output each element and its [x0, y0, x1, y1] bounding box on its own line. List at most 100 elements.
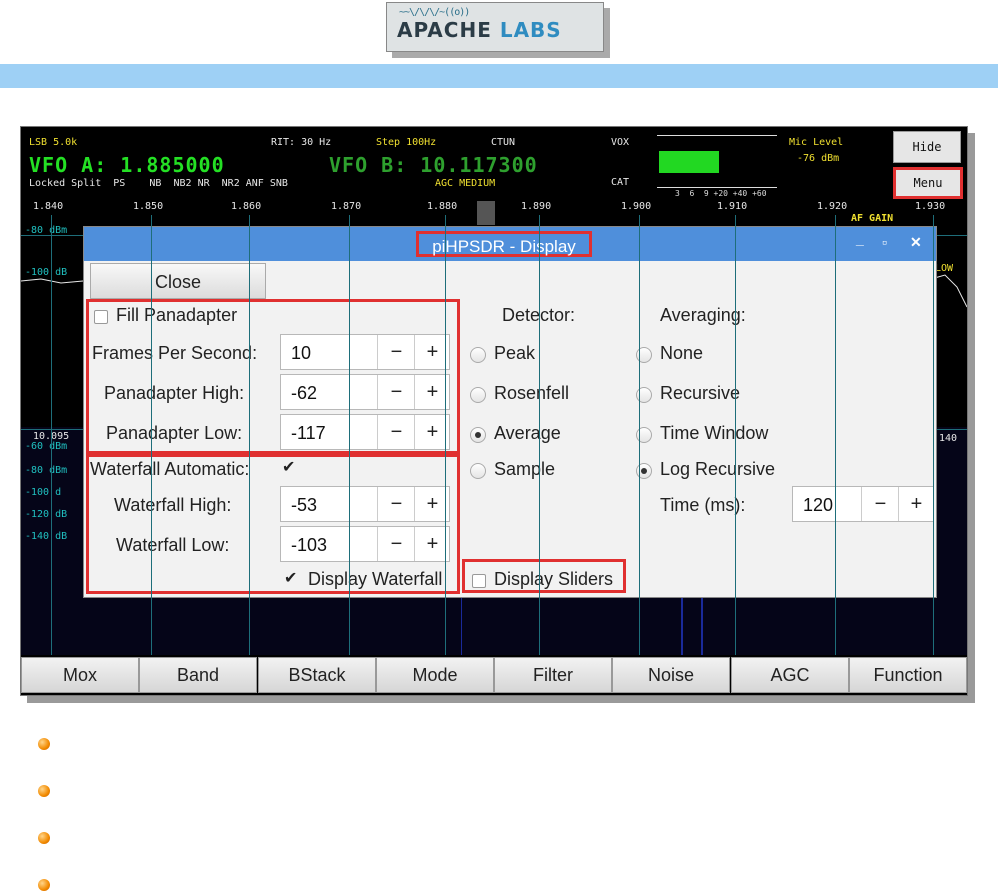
- logo-text: APACHE LABS: [397, 18, 562, 42]
- close-button[interactable]: Close: [90, 263, 266, 299]
- waterfall-high-decrement-button[interactable]: −: [377, 487, 415, 521]
- panadapter-low-spinner[interactable]: -117 − +: [280, 414, 450, 450]
- frequency-label: 1.920: [817, 201, 848, 212]
- fps-value: 10: [291, 343, 312, 363]
- grid-line: [51, 215, 52, 655]
- waterfall-high-label: Waterfall High:: [114, 495, 232, 515]
- display-dialog: piHPSDR - Display _ ▫ ✕ Close Fill Panad…: [83, 226, 937, 598]
- time-increment-button[interactable]: +: [898, 487, 934, 521]
- vfo-b-frequency: 10.117300: [420, 153, 538, 177]
- detector-radio-sample[interactable]: [470, 463, 486, 479]
- bullet-icon: [38, 785, 50, 797]
- detector-option-label: Rosenfell: [494, 383, 570, 403]
- vfo-b-label: VFO B:: [329, 153, 408, 177]
- bottom-button-noise[interactable]: Noise: [612, 657, 730, 693]
- bottom-button-mode[interactable]: Mode: [376, 657, 494, 693]
- dialog-titlebar[interactable]: piHPSDR - Display _ ▫ ✕: [84, 227, 936, 261]
- panadapter-high-spinner[interactable]: -62 − +: [280, 374, 450, 410]
- frequency-label: 1.930: [915, 201, 946, 212]
- agc-label: AGC MEDIUM: [435, 178, 496, 189]
- header-bar: [0, 64, 998, 88]
- fill-panadapter-checkbox[interactable]: [94, 310, 108, 324]
- db-label: -140 dB: [25, 531, 68, 542]
- status-flags: Locked Split PS NB NB2 NR NR2 ANF SNB: [29, 178, 288, 189]
- vfo-a[interactable]: VFO A: 1.885000: [29, 153, 225, 177]
- fps-label: Frames Per Second:: [92, 343, 258, 363]
- db-label: -120 dB: [25, 509, 68, 520]
- bottom-button-filter[interactable]: Filter: [494, 657, 612, 693]
- close-window-icon[interactable]: ✕: [910, 234, 922, 251]
- averaging-option-label: Log Recursive: [660, 459, 776, 479]
- frequency-label: 1.890: [521, 201, 552, 212]
- time-value: 120: [803, 495, 834, 515]
- bottom-button-bstack[interactable]: BStack: [258, 657, 376, 693]
- mic-level-value: -76 dBm: [797, 153, 840, 164]
- bottom-button-band[interactable]: Band: [139, 657, 257, 693]
- hide-button[interactable]: Hide: [893, 131, 961, 163]
- pihpsdr-screenshot: LSB 5.0k RIT: 30 Hz Step 100Hz CTUN VOX …: [20, 126, 968, 696]
- detector-radio-rosenfell[interactable]: [470, 387, 486, 403]
- db-label: -60 dBm: [25, 441, 68, 452]
- detector-radio-average[interactable]: [470, 427, 486, 443]
- step-label: Step 100Hz: [376, 137, 437, 148]
- detector-option-label: Average: [494, 423, 561, 443]
- bottom-button-mox[interactable]: Mox: [21, 657, 139, 693]
- cat-label: CAT: [611, 177, 630, 188]
- display-sliders-checkbox[interactable]: [472, 574, 486, 588]
- bottom-button-agc[interactable]: AGC: [731, 657, 849, 693]
- display-waterfall-label: Display Waterfall: [308, 569, 443, 589]
- fps-spinner[interactable]: 10 − +: [280, 334, 450, 370]
- waterfall-high-spinner[interactable]: -53 − +: [280, 486, 450, 522]
- averaging-option-label: Recursive: [660, 383, 741, 403]
- fill-panadapter-label: Fill Panadapter: [116, 305, 238, 325]
- panadapter-low-value: -117: [291, 423, 326, 443]
- mode-label: LSB 5.0k: [29, 137, 78, 148]
- meter-scale: 3 6 9 +20 +40 +60: [675, 189, 767, 198]
- waterfall-automatic-checkbox[interactable]: ✔: [282, 457, 295, 477]
- panadapter-low-label: Panadapter Low:: [106, 423, 243, 443]
- vfo-b[interactable]: VFO B: 10.117300: [329, 153, 538, 177]
- bullet-icon: [38, 879, 50, 891]
- frequency-label: 1.840: [33, 201, 64, 212]
- frequency-label: 1.870: [331, 201, 362, 212]
- maximize-icon[interactable]: ▫: [882, 234, 887, 250]
- frequency-label: 1.910: [717, 201, 748, 212]
- waterfall-low-spinner[interactable]: -103 − +: [280, 526, 450, 562]
- panadapter-low-decrement-button[interactable]: −: [377, 415, 415, 449]
- waterfall-automatic-label: Waterfall Automatic:: [90, 459, 250, 479]
- bullet-icon: [38, 832, 50, 844]
- frequency-label: 1.860: [231, 201, 262, 212]
- averaging-label: Averaging:: [660, 305, 746, 325]
- vfo-a-label: VFO A:: [29, 153, 108, 177]
- time-label: Time (ms):: [660, 495, 746, 515]
- minimize-icon[interactable]: _: [856, 231, 864, 247]
- meter-scale-line: [657, 187, 777, 188]
- af-gain-label: AF GAIN: [851, 213, 894, 224]
- panadapter-high-value: -62: [291, 383, 318, 403]
- waterfall-freq-right: 140: [939, 433, 958, 444]
- detector-option-label: Peak: [494, 343, 536, 363]
- grid-line: [249, 215, 250, 655]
- grid-line: [349, 215, 350, 655]
- bullet-icon: [38, 738, 50, 750]
- averaging-option-label: Time Window: [660, 423, 769, 443]
- waterfall-low-decrement-button[interactable]: −: [377, 527, 415, 561]
- grid-line: [735, 215, 736, 655]
- panadapter-high-decrement-button[interactable]: −: [377, 375, 415, 409]
- fps-decrement-button[interactable]: −: [377, 335, 415, 369]
- rit-label: RIT: 30 Hz: [271, 137, 332, 148]
- db-label: -80 dBm: [25, 465, 68, 476]
- display-waterfall-checkbox[interactable]: ✔: [284, 568, 297, 588]
- frequency-label: 1.880: [427, 201, 458, 212]
- menu-button[interactable]: Menu: [893, 167, 963, 199]
- bottom-button-function[interactable]: Function: [849, 657, 967, 693]
- ctun-label: CTUN: [491, 137, 516, 148]
- grid-line: [445, 215, 446, 655]
- time-spinner[interactable]: 120 − +: [792, 486, 934, 522]
- logo-wave: ~~\/\/\/~((o)): [399, 7, 470, 18]
- vfo-a-frequency: 1.885000: [120, 153, 225, 177]
- time-decrement-button[interactable]: −: [861, 487, 899, 521]
- waterfall-high-value: -53: [291, 495, 318, 515]
- mic-level-label: Mic Level: [789, 137, 844, 148]
- detector-radio-peak[interactable]: [470, 347, 486, 363]
